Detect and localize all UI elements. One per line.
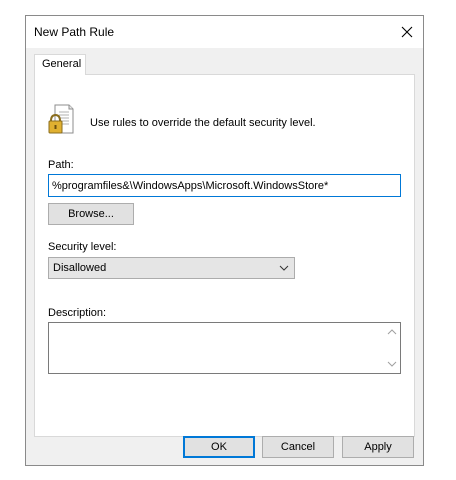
tab-general[interactable]: General [34,54,86,75]
scroll-down-icon[interactable] [384,357,400,371]
description-scrollbar[interactable] [384,323,400,373]
security-level-label: Security level: [48,241,117,253]
info-text: Use rules to override the default securi… [90,117,316,129]
apply-button-label: Apply [364,441,392,453]
scroll-up-icon[interactable] [384,325,400,339]
close-icon [401,26,413,38]
close-button[interactable] [395,20,419,44]
general-tab-panel: Use rules to override the default securi… [34,74,415,437]
security-level-value: Disallowed [53,262,107,274]
new-path-rule-dialog: New Path Rule General Use rules to overr… [25,15,424,466]
window-title: New Path Rule [34,25,115,39]
tab-general-label: General [42,58,82,70]
title-bar: New Path Rule [26,16,423,48]
document-lock-icon [48,104,74,134]
description-label: Description: [48,307,107,319]
cancel-button[interactable]: Cancel [262,436,334,458]
browse-button[interactable]: Browse... [48,203,134,225]
security-level-select[interactable]: Disallowed [48,257,295,279]
path-label: Path: [48,159,74,171]
cancel-button-label: Cancel [280,441,316,453]
apply-button[interactable]: Apply [342,436,414,458]
ok-button-label: OK [211,441,227,453]
description-field[interactable] [48,322,401,374]
browse-button-label: Browse... [68,208,114,220]
ok-button[interactable]: OK [183,436,255,458]
chevron-down-icon [279,265,289,271]
path-input[interactable] [48,174,401,197]
